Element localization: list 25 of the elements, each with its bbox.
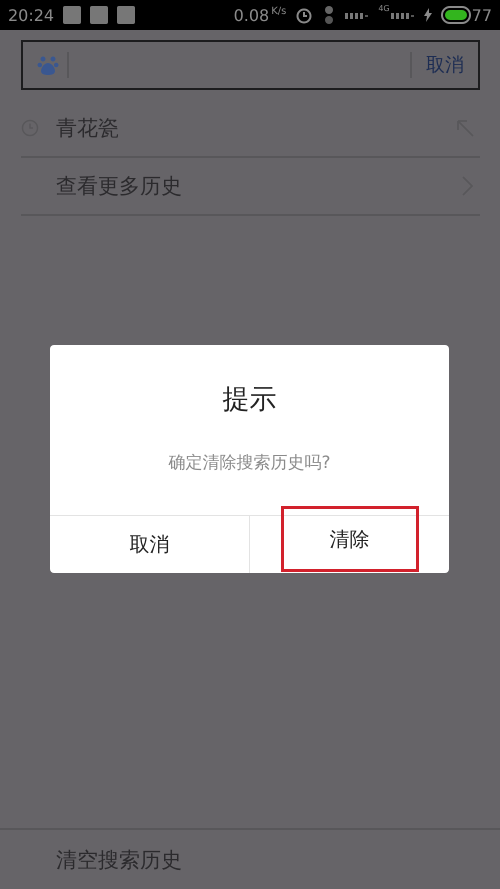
speed-unit: K/s	[271, 6, 286, 17]
alarm-icon	[295, 6, 314, 24]
battery-level: 77	[472, 6, 492, 24]
signal-icon	[345, 11, 370, 19]
notification-icon	[117, 6, 136, 24]
charging-icon	[424, 8, 432, 22]
dialog-button[interactable]: 清除	[280, 506, 418, 572]
signal-icon	[390, 11, 415, 19]
history-item[interactable]: 青花瓷	[21, 100, 480, 158]
dialog-title: 提示	[222, 383, 276, 417]
notification-icon	[90, 6, 108, 24]
dialog-message: 确定清除搜索历史吗?	[168, 452, 331, 474]
history-item[interactable]: 查看更多历史	[21, 158, 480, 216]
search-field[interactable]: 取消	[21, 40, 480, 90]
network-speed: 0.08	[234, 6, 270, 24]
network-type: 4G	[378, 4, 390, 13]
battery-icon	[440, 6, 471, 24]
paw-icon	[37, 54, 59, 76]
clear-history-button[interactable]: 清空搜索历史	[56, 846, 182, 874]
history-label: 查看更多历史	[56, 173, 183, 200]
history-label: 青花瓷	[56, 115, 120, 142]
cancel-button[interactable]: 取消	[412, 42, 478, 88]
notification-icon	[63, 6, 82, 24]
dialog-button[interactable]: 取消	[50, 516, 249, 573]
clock-time: 20:24	[8, 6, 54, 24]
